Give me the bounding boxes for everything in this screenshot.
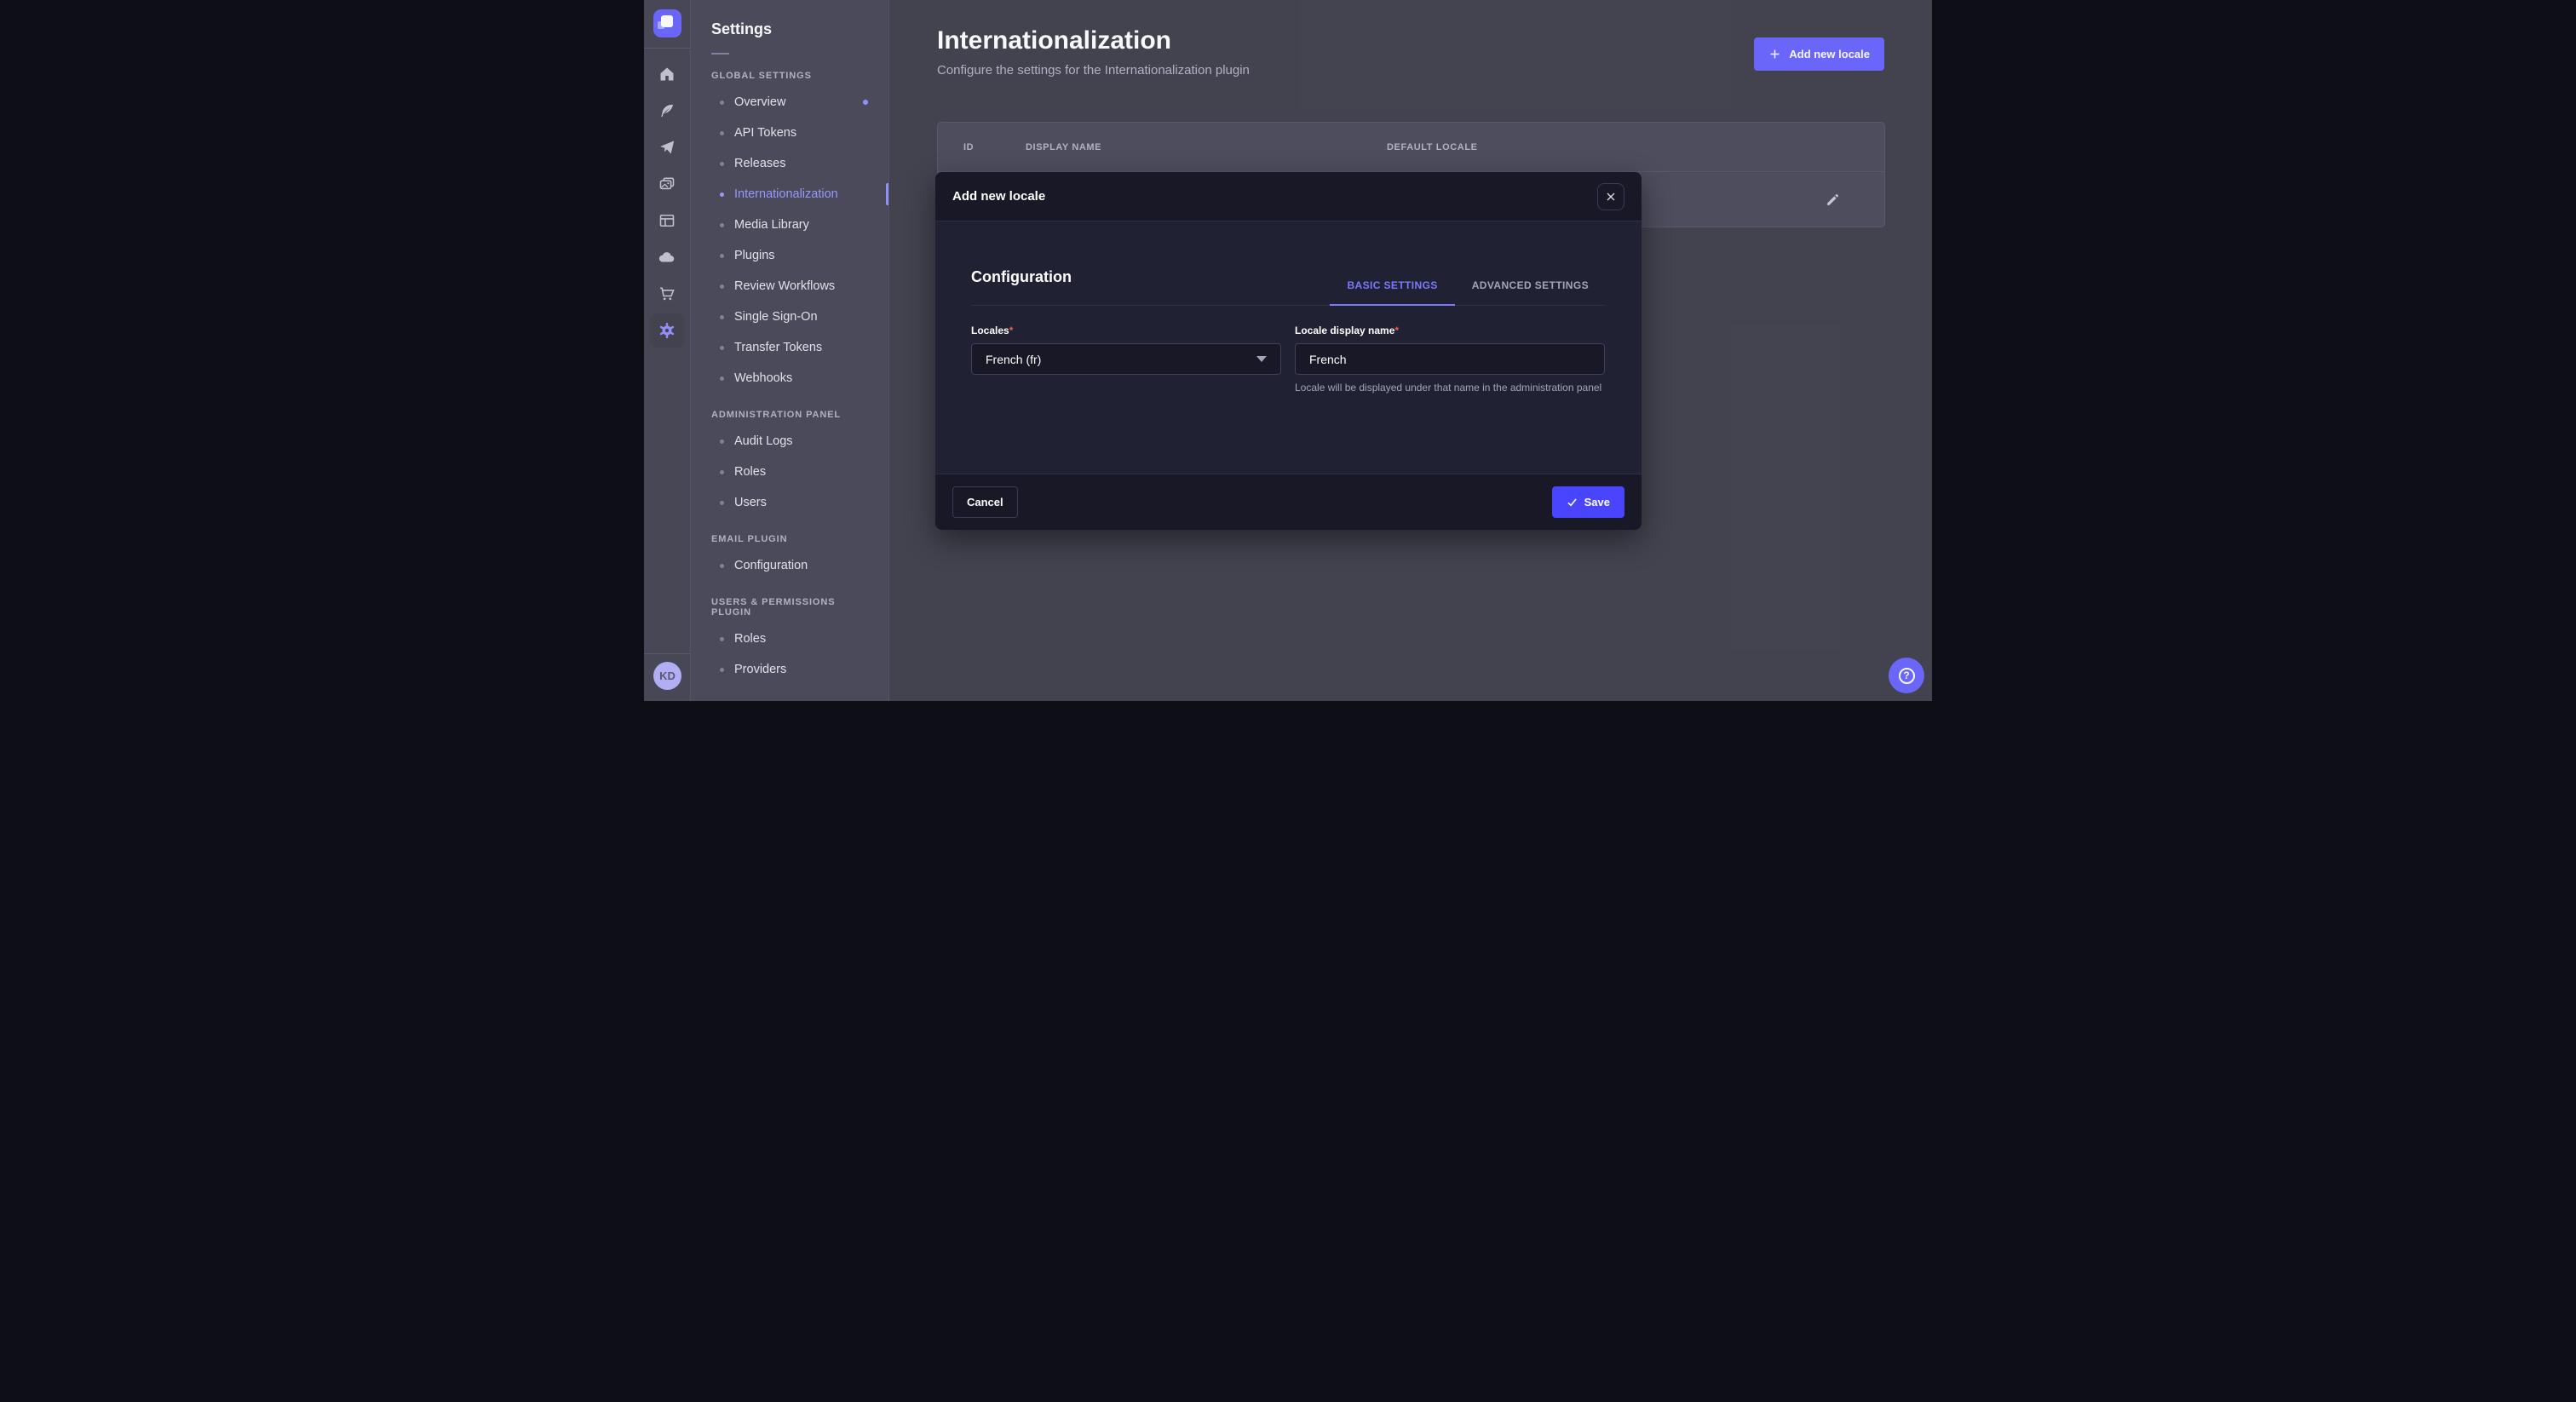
tab-basic-settings[interactable]: BASIC SETTINGS [1330,279,1454,306]
locales-field: Locales* French (fr) [971,325,1281,394]
modal-header: Add new locale [935,172,1642,221]
display-name-hint: Locale will be displayed under that name… [1295,381,1605,394]
cancel-button[interactable]: Cancel [952,486,1018,518]
required-asterisk: * [1009,325,1014,336]
close-icon[interactable] [1597,183,1624,210]
tab-advanced-settings[interactable]: ADVANCED SETTINGS [1455,279,1606,306]
app-window: KD Settings GLOBAL SETTINGS Overview API… [644,0,1932,701]
display-name-field: Locale display name* Locale will be disp… [1295,325,1605,394]
form-fields: Locales* French (fr) Locale display name… [971,325,1606,394]
configuration-header: Configuration BASIC SETTINGS ADVANCED SE… [971,221,1606,306]
configuration-title: Configuration [971,268,1072,305]
label-text: Locales [971,325,1009,336]
required-asterisk: * [1394,325,1399,336]
locales-label: Locales* [971,325,1281,336]
locales-select-value: French (fr) [986,353,1041,366]
modal-title: Add new locale [952,189,1045,204]
display-name-label: Locale display name* [1295,325,1605,336]
locales-select[interactable]: French (fr) [971,343,1281,375]
chevron-down-icon [1256,356,1267,362]
display-name-input[interactable] [1295,343,1605,375]
modal-footer: Cancel Save [935,474,1642,530]
add-new-locale-modal: Add new locale Configuration BASIC SETTI… [935,172,1642,530]
modal-body: Configuration BASIC SETTINGS ADVANCED SE… [935,221,1642,474]
save-button[interactable]: Save [1552,486,1624,518]
settings-tabs: BASIC SETTINGS ADVANCED SETTINGS [1330,279,1606,305]
label-text: Locale display name [1295,325,1394,336]
save-button-label: Save [1584,496,1610,509]
check-icon [1567,497,1578,508]
